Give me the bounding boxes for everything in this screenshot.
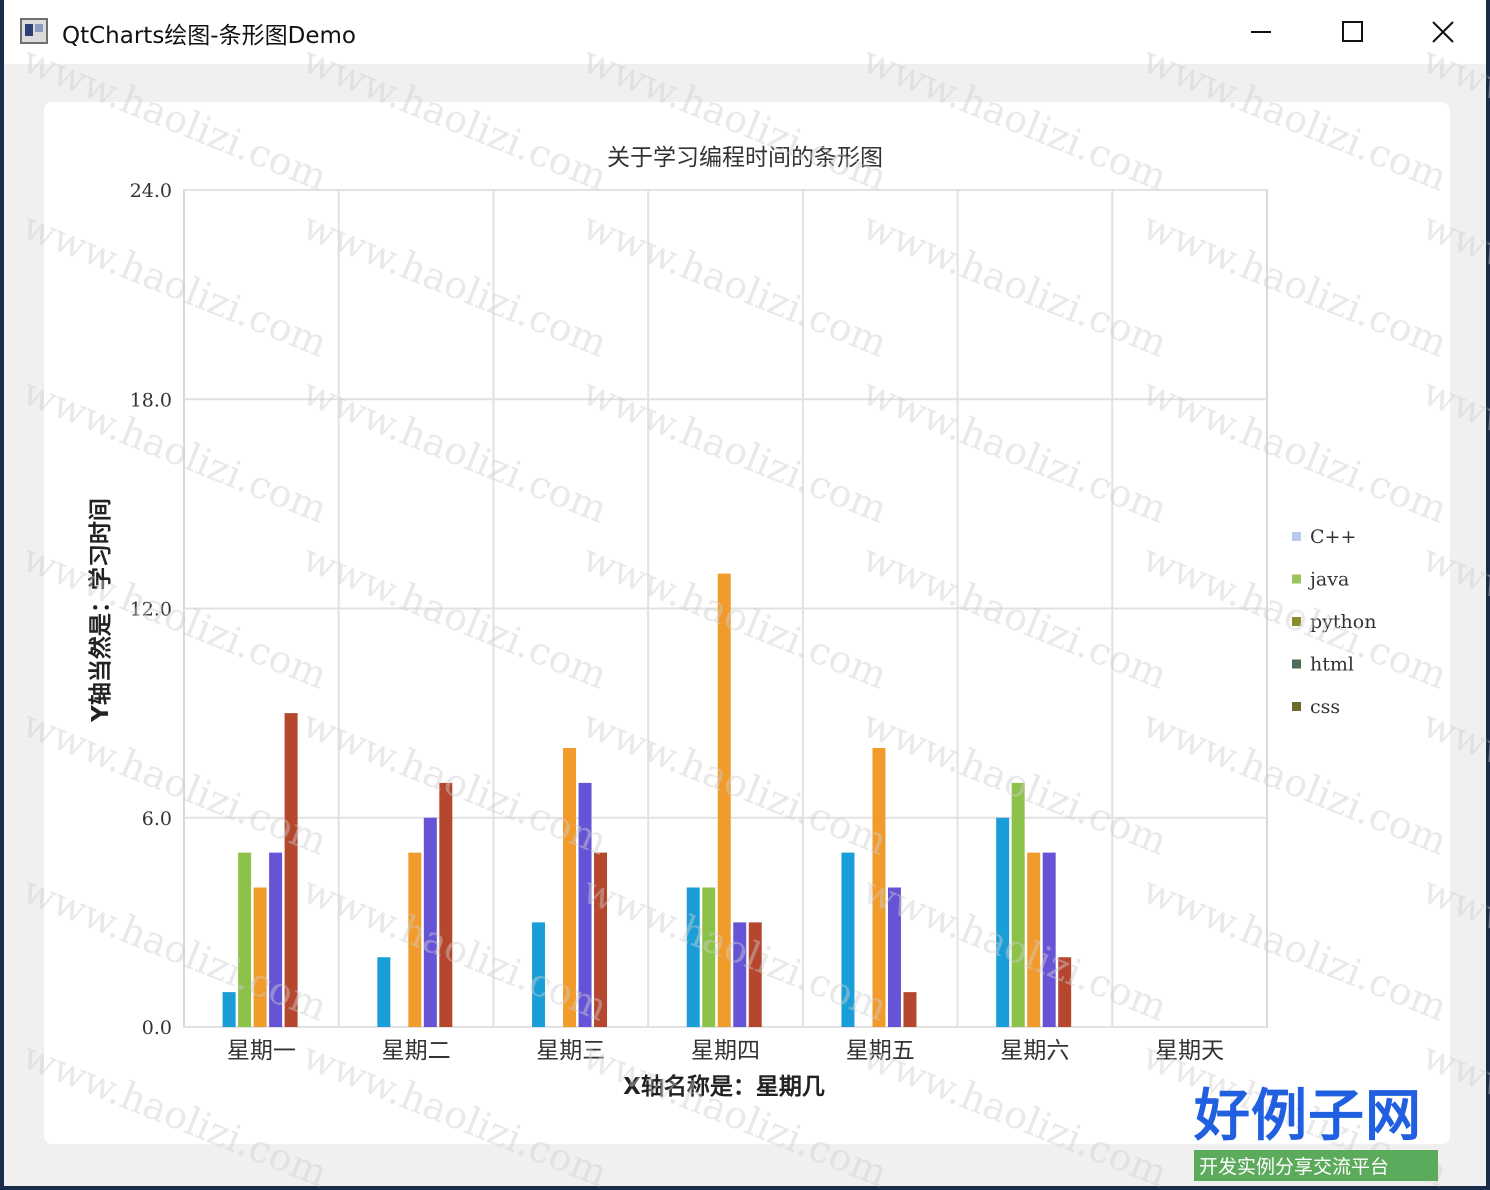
x-axis-categories: 星期一 星期二 星期三 星期四 星期五 星期六 星期天 (227, 1038, 1224, 1064)
bar-chart: 关于学习编程时间的条形图 0.06.012.018.024.0 星期一 星期二 星期… (87, 145, 1376, 1100)
legend-marker (1292, 532, 1301, 541)
bar-java-5[interactable] (1011, 782, 1025, 1027)
x-category-label: 星期四 (691, 1038, 760, 1064)
bar-Cpp-2[interactable] (532, 922, 546, 1027)
legend-marker (1292, 617, 1301, 626)
bar-css-2[interactable] (594, 852, 608, 1027)
bar-css-4[interactable] (903, 992, 917, 1027)
legend-label[interactable]: python (1310, 611, 1376, 633)
bar-Cpp-5[interactable] (996, 817, 1010, 1027)
bar-html-5[interactable] (1042, 852, 1056, 1027)
y-tick-label: 0.0 (142, 1017, 172, 1039)
logo-sub-text: 开发实例分享交流平台 (1194, 1150, 1438, 1181)
legend-marker (1292, 659, 1301, 669)
legend-label[interactable]: html (1310, 654, 1354, 676)
bar-Cpp-0[interactable] (222, 992, 236, 1027)
chart-legend[interactable]: C++ java python html css (1292, 526, 1376, 718)
bar-html-1[interactable] (423, 817, 437, 1027)
x-category-label: 星期一 (227, 1038, 296, 1064)
bar-python-4[interactable] (872, 748, 886, 1027)
bar-java-0[interactable] (238, 852, 252, 1027)
x-category-label: 星期五 (846, 1038, 915, 1064)
y-tick-label: 6.0 (142, 808, 172, 830)
legend-label[interactable]: css (1310, 696, 1340, 718)
bar-Cpp-1[interactable] (377, 957, 391, 1027)
bar-python-3[interactable] (717, 573, 731, 1027)
bar-css-3[interactable] (748, 922, 762, 1027)
bar-css-0[interactable] (284, 713, 298, 1027)
y-axis-title: Y轴当然是：学习时间 (87, 498, 114, 723)
bar-python-1[interactable] (408, 852, 422, 1027)
chart-title: 关于学习编程时间的条形图 (607, 145, 883, 171)
x-category-label: 星期六 (1000, 1038, 1069, 1064)
bar-html-0[interactable] (269, 852, 283, 1027)
y-tick-label: 18.0 (130, 389, 172, 411)
bars-group (222, 573, 1072, 1028)
bar-python-0[interactable] (253, 887, 267, 1028)
bar-html-3[interactable] (733, 922, 747, 1027)
x-category-label: 星期天 (1155, 1038, 1224, 1064)
site-logo: 好例子网 开发实例分享交流平台 (1194, 1086, 1438, 1181)
bar-css-5[interactable] (1058, 957, 1072, 1027)
legend-marker (1292, 702, 1301, 711)
legend-label[interactable]: java (1308, 569, 1349, 591)
y-axis-ticks: 0.0 6.0 12.0 18.0 24.0 (130, 180, 172, 1039)
y-tick-label: 24.0 (130, 180, 172, 202)
x-category-label: 星期三 (536, 1038, 605, 1064)
bar-html-4[interactable] (887, 887, 901, 1028)
bar-python-2[interactable] (563, 748, 577, 1027)
bar-Cpp-3[interactable] (686, 887, 700, 1028)
y-tick-label: 12.0 (130, 599, 172, 621)
x-axis-title: X轴名称是：星期几 (623, 1073, 825, 1100)
legend-label[interactable]: C++ (1310, 526, 1356, 548)
bar-java-3[interactable] (702, 887, 716, 1028)
bar-python-5[interactable] (1027, 852, 1041, 1027)
legend-marker (1292, 574, 1301, 584)
bar-css-1[interactable] (439, 782, 453, 1027)
bar-html-2[interactable] (578, 782, 592, 1027)
bar-Cpp-4[interactable] (841, 852, 855, 1027)
logo-main-text: 好例子网 (1194, 1083, 1422, 1149)
x-category-label: 星期二 (382, 1038, 451, 1064)
